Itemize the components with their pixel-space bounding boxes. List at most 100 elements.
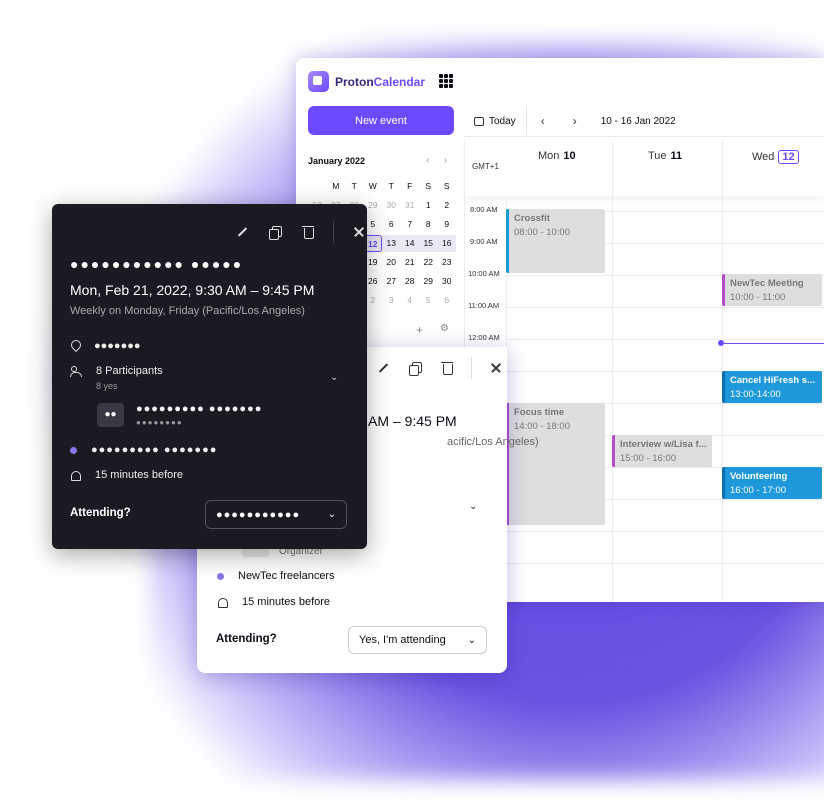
event-time: 14:00 - 18:00 <box>514 421 570 432</box>
mini-day[interactable]: 20 <box>382 254 401 271</box>
mini-day[interactable]: 14 <box>400 235 419 252</box>
calendar-name: ●●●●●●●●● ●●●●●●● <box>91 444 218 456</box>
calendar-icon <box>474 116 484 126</box>
today-label: Today <box>489 115 516 127</box>
next-week-icon[interactable]: › <box>559 114 591 128</box>
event-cancel-hifresh[interactable]: Cancel HiFresh s... 13:00-14:00 <box>722 371 822 403</box>
reminder-text: 15 minutes before <box>242 596 331 608</box>
current-time-dot <box>718 340 724 346</box>
participants-yes: 8 yes <box>96 381 118 391</box>
popover-actions <box>375 357 504 379</box>
mini-day[interactable]: 31 <box>401 197 420 214</box>
mini-calendar-next-icon[interactable]: › <box>444 155 447 166</box>
edit-icon[interactable] <box>375 360 391 376</box>
mini-day[interactable]: 30 <box>438 273 457 290</box>
close-icon[interactable] <box>488 360 504 376</box>
duplicate-icon[interactable] <box>267 224 283 240</box>
weekday-header: M <box>332 181 340 191</box>
mini-day[interactable]: 27 <box>382 273 401 290</box>
day-header-mon[interactable]: Mon 10 <box>538 150 576 162</box>
add-calendar-icon[interactable]: + <box>416 323 423 337</box>
current-time-line <box>721 343 824 344</box>
mini-day[interactable]: 28 <box>401 273 420 290</box>
proton-logo-icon <box>308 71 329 92</box>
weekday-header: T <box>388 181 394 191</box>
event-title: Cancel HiFresh s... <box>730 375 816 386</box>
logo-product: Calendar <box>373 74 426 89</box>
event-volunteering[interactable]: Volunteering 16:00 - 17:00 <box>722 467 822 499</box>
day-name: Mon <box>538 150 560 162</box>
hour-line <box>506 307 824 308</box>
day-name: Tue <box>648 150 667 162</box>
event-time: 13:00-14:00 <box>730 389 781 400</box>
attending-label: Attending? <box>216 633 277 645</box>
today-button[interactable]: Today <box>464 107 527 135</box>
participant-avatar: ●● <box>97 403 124 427</box>
mini-day[interactable]: 21 <box>401 254 420 271</box>
event-time: 08:00 - 10:00 <box>514 227 570 238</box>
calendar-row: NewTec freelancers <box>217 570 335 582</box>
mini-day[interactable]: 15 <box>419 235 438 252</box>
app-logo[interactable]: ProtonCalendar <box>308 71 425 92</box>
delete-icon[interactable] <box>439 360 455 376</box>
attending-select[interactable]: Yes, I'm attending ⌄ <box>348 626 487 654</box>
event-crossfit[interactable]: Crossfit 08:00 - 10:00 <box>506 209 605 273</box>
mini-day[interactable]: 2 <box>438 197 457 214</box>
mini-day[interactable]: 1 <box>419 197 438 214</box>
mini-day[interactable]: 3 <box>382 292 401 309</box>
mini-calendar-month: January 2022 <box>308 156 366 166</box>
time-label: 11:00 AM <box>468 301 500 310</box>
event-repeat-text: acific/Los Angeles) <box>447 436 539 448</box>
reminder-text: 15 minutes before <box>95 469 184 481</box>
mini-day[interactable]: 6 <box>438 292 457 309</box>
close-icon[interactable] <box>351 224 367 240</box>
weekday-header: F <box>407 181 413 191</box>
location-pin-icon <box>70 340 80 352</box>
edit-icon[interactable] <box>234 224 250 240</box>
bell-icon <box>217 597 228 608</box>
mini-calendar-prev-icon[interactable]: ‹ <box>426 155 429 166</box>
weekday-header: S <box>425 181 432 191</box>
duplicate-icon[interactable] <box>407 360 423 376</box>
mini-day[interactable]: 23 <box>438 254 457 271</box>
event-title: ●●●●●●●●●●● ●●●●● <box>70 256 244 272</box>
event-title: Volunteering <box>730 471 788 482</box>
location-row: ●●●●●●● <box>70 340 141 352</box>
participants-chevron-icon[interactable]: ⌄ <box>330 372 338 383</box>
mini-day[interactable]: 30 <box>382 197 401 214</box>
delete-icon[interactable] <box>300 224 316 240</box>
bell-icon <box>70 470 81 481</box>
day-header-wed[interactable]: Wed 12 <box>752 150 799 164</box>
hour-line <box>506 339 824 340</box>
participants-row[interactable]: 8 Participants <box>70 365 163 377</box>
mini-day[interactable]: 6 <box>382 216 401 233</box>
mini-day[interactable]: 5 <box>419 292 438 309</box>
attending-value: Yes, I'm attending <box>359 634 446 646</box>
settings-gear-icon[interactable]: ⚙ <box>440 323 449 334</box>
mini-day[interactable]: 29 <box>419 273 438 290</box>
hour-line <box>506 531 824 532</box>
event-focus-time[interactable]: Focus time 14:00 - 18:00 <box>506 403 605 525</box>
apps-grid-icon[interactable] <box>439 74 453 88</box>
event-time: 10:00 - 11:00 <box>730 292 786 303</box>
mini-day[interactable]: 16 <box>437 235 456 252</box>
participant-name: ●●●●●●●●● ●●●●●●● <box>136 403 263 415</box>
reminder-row: 15 minutes before <box>70 469 183 481</box>
mini-day[interactable]: 22 <box>419 254 438 271</box>
event-newtec-meeting[interactable]: NewTec Meeting 10:00 - 11:00 <box>722 274 822 306</box>
mini-day[interactable]: 8 <box>419 216 438 233</box>
participants-chevron-icon[interactable]: ⌄ <box>469 501 477 512</box>
new-event-button[interactable]: New event <box>308 106 454 135</box>
mini-day[interactable]: 7 <box>401 216 420 233</box>
event-title: NewTec Meeting <box>730 278 804 289</box>
event-interview[interactable]: Interview w/Lisa f... 15:00 - 16:00 <box>612 435 712 467</box>
prev-week-icon[interactable]: ‹ <box>527 114 559 128</box>
day-header-tue[interactable]: Tue 11 <box>648 150 682 162</box>
mini-day[interactable]: 9 <box>438 216 457 233</box>
event-popover-dark: ●●●●●●●●●●● ●●●●● Mon, Feb 21, 2022, 9:3… <box>52 204 367 549</box>
mini-day[interactable]: 4 <box>401 292 420 309</box>
time-label: 9:00 AM <box>470 237 498 246</box>
event-time-text: AM – 9:45 PM <box>368 413 457 429</box>
mini-day[interactable]: 13 <box>382 235 401 252</box>
attending-select[interactable]: ●●●●●●●●●●● ⌄ <box>205 500 347 529</box>
